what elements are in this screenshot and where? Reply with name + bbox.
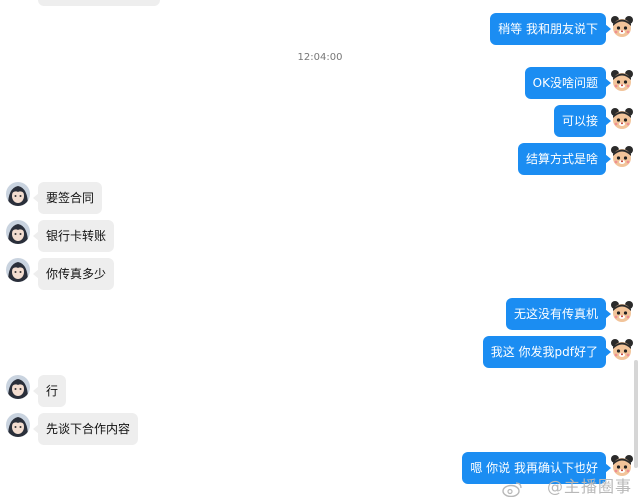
outgoing-message-bubble: 可以接	[553, 105, 612, 137]
watermark-text: @主播圈事	[546, 477, 632, 496]
bear-avatar-icon[interactable]	[610, 69, 634, 93]
cut-off-incoming-bubble	[38, 0, 160, 6]
incoming-message-bubble: 行	[32, 375, 67, 407]
outgoing-message-bubble: 无这没有传真机	[505, 298, 612, 330]
outgoing-message-bubble: 结算方式是啥	[517, 143, 612, 175]
outgoing-message-bubble: 稍等 我和朋友说下	[490, 13, 611, 45]
incoming-message-bubble: 要签合同	[32, 182, 103, 214]
bear-avatar-icon[interactable]	[610, 107, 634, 131]
anime-avatar-icon[interactable]	[6, 258, 30, 282]
message-timestamp: 12:04:00	[297, 52, 343, 63]
message-row-incoming: 你传真多少	[0, 258, 640, 290]
message-row-outgoing: 结算方式是啥	[0, 143, 640, 175]
anime-avatar-icon[interactable]	[6, 182, 30, 206]
message-row-incoming: 要签合同	[0, 182, 640, 214]
message-row-outgoing: 嗯 你说 我再确认下也好	[0, 452, 640, 484]
chat-area[interactable]: 稍等 我和朋友说下 12:04:00 OK没啥问题 可以接 结算方式是啥 要签合…	[0, 0, 640, 503]
outgoing-message-bubble: 我这 你发我pdf好了	[482, 336, 612, 368]
bear-avatar-icon[interactable]	[610, 15, 634, 39]
bear-avatar-icon[interactable]	[610, 300, 634, 324]
scrollbar-thumb[interactable]	[634, 360, 638, 468]
message-row-incoming: 先谈下合作内容	[0, 413, 640, 445]
message-row-outgoing: 无这没有传真机	[0, 298, 640, 330]
anime-avatar-icon[interactable]	[6, 375, 30, 399]
message-row-outgoing: OK没啥问题	[0, 67, 640, 99]
anime-avatar-icon[interactable]	[6, 413, 30, 437]
anime-avatar-icon[interactable]	[6, 220, 30, 244]
outgoing-message-bubble: OK没啥问题	[524, 67, 612, 99]
message-row-outgoing: 我这 你发我pdf好了	[0, 336, 640, 368]
incoming-message-bubble: 银行卡转账	[32, 220, 115, 252]
weibo-icon	[502, 482, 522, 497]
bear-avatar-icon[interactable]	[610, 338, 634, 362]
message-row-outgoing: 可以接	[0, 105, 640, 137]
message-row-incoming: 行	[0, 375, 640, 407]
message-row-incoming: 银行卡转账	[0, 220, 640, 252]
bear-avatar-icon[interactable]	[610, 145, 634, 169]
message-row-outgoing: 稍等 我和朋友说下	[0, 13, 640, 45]
incoming-message-bubble: 你传真多少	[32, 258, 115, 290]
incoming-message-bubble: 先谈下合作内容	[32, 413, 139, 445]
